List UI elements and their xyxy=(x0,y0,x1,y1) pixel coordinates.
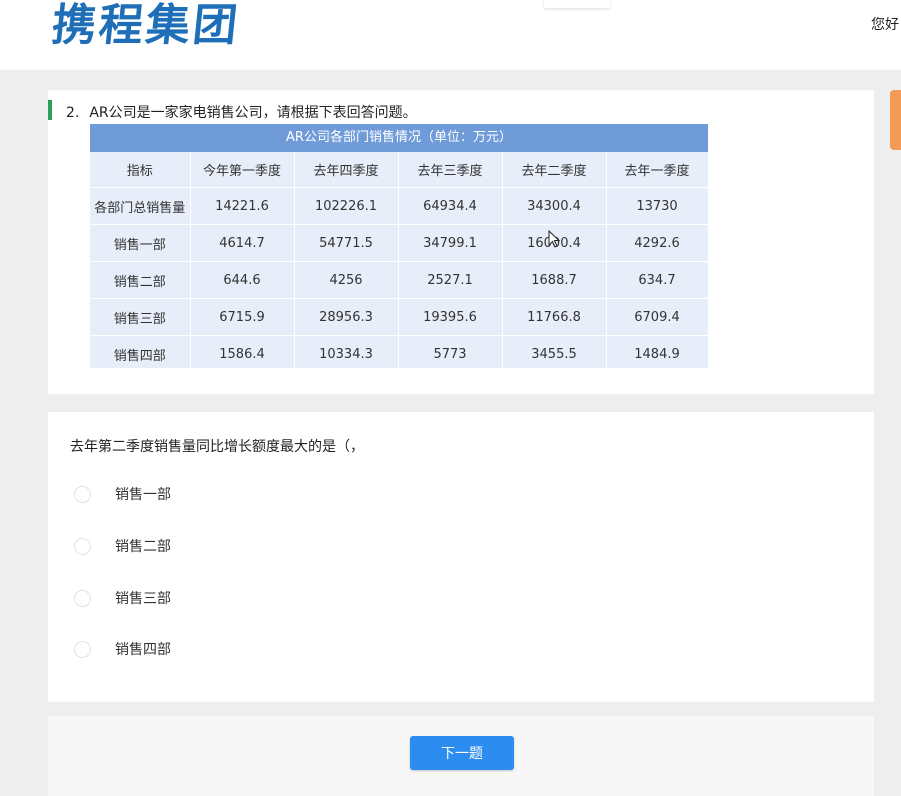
column-header: 今年第一季度 xyxy=(190,152,295,188)
question-title: 2. AR公司是一家家电销售公司，请根据下表回答问题。 xyxy=(66,102,417,122)
question-text: AR公司是一家家电销售公司，请根据下表回答问题。 xyxy=(89,105,417,121)
table-cell: 销售三部 xyxy=(90,298,191,336)
table-row: 销售四部 1586.4 10334.3 5773 3455.5 1484.9 xyxy=(90,335,709,373)
table-cell: 4256 xyxy=(294,261,399,299)
radio-button[interactable] xyxy=(74,485,91,503)
table-cell: 5773 xyxy=(398,335,503,373)
option-4[interactable]: 销售四部 xyxy=(74,639,171,659)
option-label: 销售一部 xyxy=(115,487,171,503)
question-accent-bar xyxy=(48,100,52,120)
table-cell: 各部门总销售量 xyxy=(90,187,191,225)
side-panel-tab[interactable] xyxy=(890,90,901,150)
table-cell: 2527.1 xyxy=(398,261,503,299)
table-cell: 6715.9 xyxy=(190,298,295,336)
option-3[interactable]: 销售三部 xyxy=(74,588,171,608)
user-greeting[interactable]: 您好 xyxy=(871,14,899,34)
table-cell: 销售一部 xyxy=(90,224,191,262)
column-header: 指标 xyxy=(90,152,191,188)
table-cell: 634.7 xyxy=(606,261,709,299)
table-cell: 11766.8 xyxy=(502,298,607,336)
header-tab[interactable] xyxy=(544,0,610,8)
table-cell: 销售四部 xyxy=(90,335,191,373)
sales-table: AR公司各部门销售情况（单位：万元） 指标 今年第一季度 去年四季度 去年三季度… xyxy=(90,124,709,373)
table-caption: AR公司各部门销售情况（单位：万元） xyxy=(90,124,708,152)
table-cell: 6709.4 xyxy=(606,298,709,336)
table-cell: 54771.5 xyxy=(294,224,399,262)
table-header-row: 指标 今年第一季度 去年四季度 去年三季度 去年二季度 去年一季度 xyxy=(90,152,709,188)
option-label: 销售三部 xyxy=(115,591,171,607)
table-cell: 4292.6 xyxy=(606,224,709,262)
table-cell: 1484.9 xyxy=(606,335,709,373)
table-row: 各部门总销售量 14221.6 102226.1 64934.4 34300.4… xyxy=(90,187,709,225)
radio-button[interactable] xyxy=(74,640,91,658)
table-cell: 64934.4 xyxy=(398,187,503,225)
column-header: 去年二季度 xyxy=(502,152,607,188)
table-cell: 4614.7 xyxy=(190,224,295,262)
table-cell: 14221.6 xyxy=(190,187,295,225)
column-header: 去年一季度 xyxy=(606,152,709,188)
option-label: 销售四部 xyxy=(115,642,171,658)
table-cell: 28956.3 xyxy=(294,298,399,336)
table-row: 销售二部 644.6 4256 2527.1 1688.7 634.7 xyxy=(90,261,709,299)
table-row: 销售一部 4614.7 54771.5 34799.1 16000.4 4292… xyxy=(90,224,709,262)
option-label: 销售二部 xyxy=(115,539,171,555)
mouse-cursor-icon xyxy=(548,230,560,248)
table-cell: 1586.4 xyxy=(190,335,295,373)
radio-button[interactable] xyxy=(74,537,91,555)
question-number: 2. xyxy=(66,105,80,121)
sales-data-table: 指标 今年第一季度 去年四季度 去年三季度 去年二季度 去年一季度 各部门总销售… xyxy=(90,152,709,373)
table-cell: 销售二部 xyxy=(90,261,191,299)
table-row: 销售三部 6715.9 28956.3 19395.6 11766.8 6709… xyxy=(90,298,709,336)
table-cell: 3455.5 xyxy=(502,335,607,373)
column-header: 去年三季度 xyxy=(398,152,503,188)
table-cell: 34300.4 xyxy=(502,187,607,225)
option-1[interactable]: 销售一部 xyxy=(74,484,171,504)
option-2[interactable]: 销售二部 xyxy=(74,536,171,556)
table-cell: 644.6 xyxy=(190,261,295,299)
table-cell: 34799.1 xyxy=(398,224,503,262)
table-cell: 19395.6 xyxy=(398,298,503,336)
table-cell: 102226.1 xyxy=(294,187,399,225)
next-question-button[interactable]: 下一题 xyxy=(410,736,514,770)
table-cell: 1688.7 xyxy=(502,261,607,299)
company-logo: 携程集团 xyxy=(49,0,243,51)
radio-button[interactable] xyxy=(74,589,91,607)
table-cell: 10334.3 xyxy=(294,335,399,373)
question-prompt: 去年第二季度销售量同比增长额度最大的是（， xyxy=(70,439,364,455)
column-header: 去年四季度 xyxy=(294,152,399,188)
page-header: 携程集团 您好 xyxy=(0,0,901,70)
table-cell: 13730 xyxy=(606,187,709,225)
